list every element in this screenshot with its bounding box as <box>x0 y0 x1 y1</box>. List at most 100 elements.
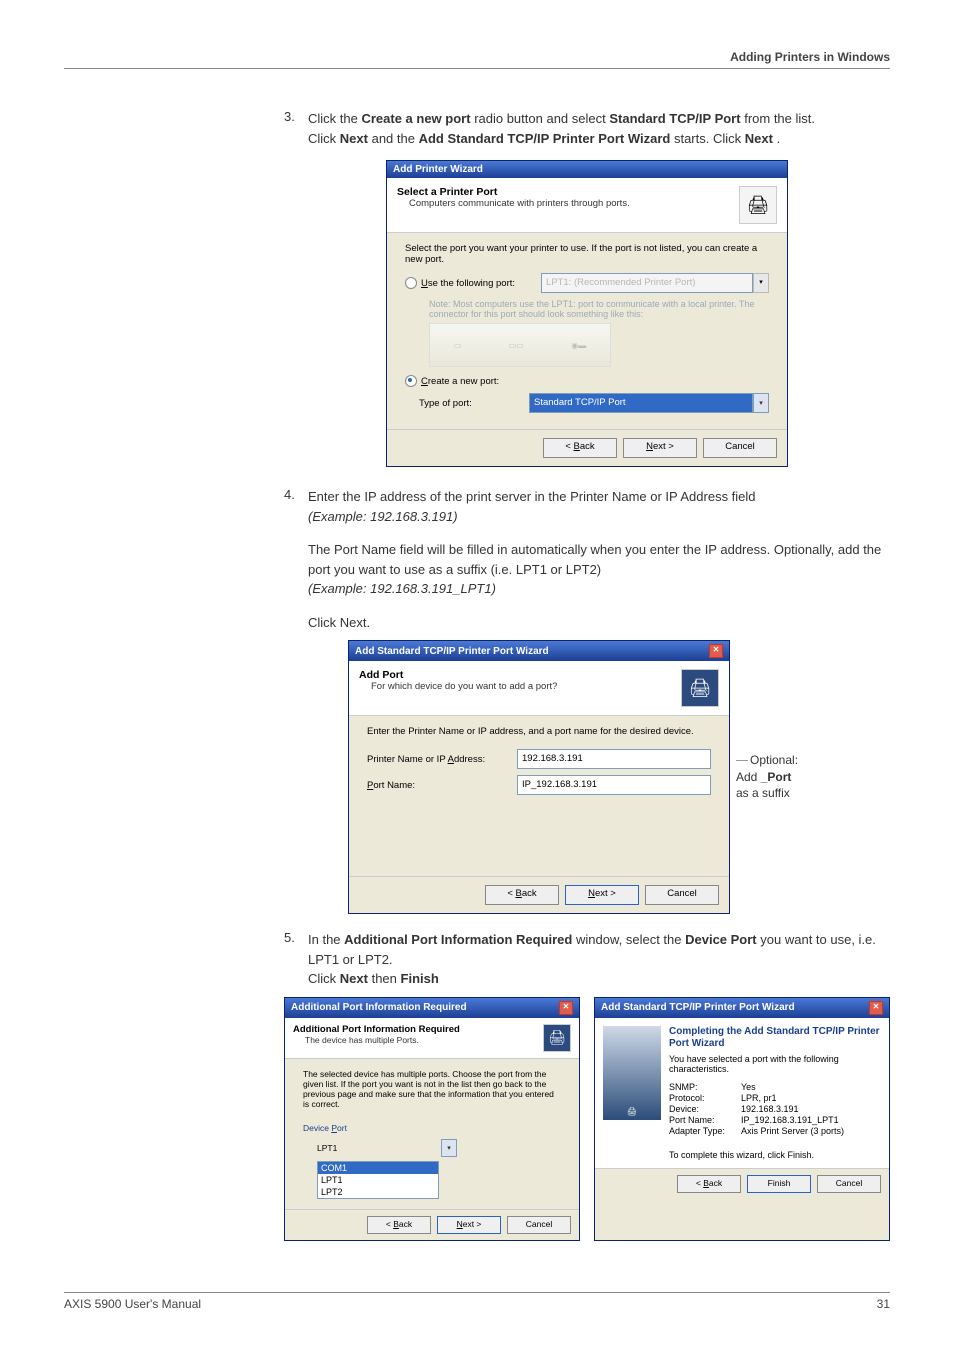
create-new-port-radio[interactable] <box>405 375 417 387</box>
text: Click the <box>308 111 361 126</box>
next-button[interactable]: Next > <box>437 1216 501 1234</box>
text-bold: Device Port <box>685 932 757 947</box>
dropdown-arrow-icon[interactable]: ▾ <box>441 1139 457 1157</box>
kv-value: Axis Print Server (3 ports) <box>741 1126 844 1136</box>
text: starts. Click <box>674 131 745 146</box>
kv-value: Yes <box>741 1082 756 1092</box>
completing-wizard-dialog: Add Standard TCP/IP Printer Port Wizard … <box>594 997 890 1241</box>
next-button[interactable]: Next > <box>565 885 639 905</box>
text-bold: Additional Port Information Required <box>344 932 572 947</box>
create-new-port-label: Create a new port: <box>421 376 499 387</box>
titlebar: Add Printer Wizard <box>387 161 787 178</box>
text-bold: Add Standard TCP/IP Printer Port Wizard <box>419 131 671 146</box>
kv-key: Adapter Type: <box>669 1126 741 1136</box>
step-3: 3. Click the Create a new port radio but… <box>284 109 890 148</box>
kv-key: Device: <box>669 1104 741 1114</box>
use-following-port-radio[interactable] <box>405 277 417 289</box>
dialog-instruction: Enter the Printer Name or IP address, an… <box>367 726 711 737</box>
page-number: 31 <box>877 1297 890 1311</box>
dialog-subheading: Computers communicate with printers thro… <box>409 198 630 209</box>
cancel-button[interactable]: Cancel <box>507 1216 571 1234</box>
annotation-text: Optional: Add _Port as a suffix <box>736 752 826 802</box>
cancel-button[interactable]: Cancel <box>817 1175 881 1193</box>
text: Click <box>308 131 340 146</box>
dialog-subheading: For which device do you want to add a po… <box>371 681 557 692</box>
dialog-heading: Add Port <box>359 669 557 681</box>
printer-icon: 🖨 <box>739 186 777 224</box>
footer-left: AXIS 5900 User's Manual <box>64 1297 201 1311</box>
text: Click <box>308 971 340 986</box>
option-lpt1[interactable]: LPT1 <box>318 1174 438 1186</box>
additional-port-info-dialog: Additional Port Information Required ✕ A… <box>284 997 580 1241</box>
add-port-wizard-dialog: Add Standard TCP/IP Printer Port Wizard … <box>348 640 730 914</box>
dialog-title: Additional Port Information Required <box>291 1002 467 1013</box>
step-number: 4. <box>284 487 308 632</box>
text: Enter the IP address of the print server… <box>308 489 756 504</box>
dropdown-arrow-icon[interactable]: ▾ <box>753 273 769 293</box>
printer-name-label: Printer Name or IP Address: <box>367 754 517 765</box>
text: and the <box>372 131 419 146</box>
step-number: 3. <box>284 109 308 148</box>
close-icon[interactable]: ✕ <box>709 644 723 658</box>
text: The Port Name field will be filled in au… <box>308 542 881 577</box>
port-name-label: Port Name: <box>367 780 517 791</box>
device-port-options[interactable]: COM1 LPT1 LPT2 <box>317 1161 439 1199</box>
back-button[interactable]: < Back <box>485 885 559 905</box>
text: window, select the <box>576 932 685 947</box>
kv-value: LPR, pr1 <box>741 1093 777 1103</box>
text: then <box>372 971 401 986</box>
back-button[interactable]: < Back <box>367 1216 431 1234</box>
dialog-instruction: Select the port you want your printer to… <box>405 243 769 265</box>
dialog-heading: Additional Port Information Required <box>293 1024 460 1035</box>
dialog-instruction: The selected device has multiple ports. … <box>303 1069 561 1109</box>
dialog-subheading: The device has multiple Ports. <box>305 1035 460 1045</box>
kv-key: SNMP: <box>669 1082 741 1092</box>
page-footer: AXIS 5900 User's Manual 31 <box>64 1292 890 1311</box>
add-printer-wizard-dialog: Add Printer Wizard Select a Printer Port… <box>386 160 788 467</box>
text: . <box>777 131 781 146</box>
section-header: Adding Printers in Windows <box>64 50 890 69</box>
finish-button[interactable]: Finish <box>747 1175 811 1193</box>
dialog-heading: Select a Printer Port <box>397 186 630 198</box>
printer-icon: 🖨 <box>543 1024 571 1052</box>
wizard-side-image: 🖨 <box>603 1026 661 1120</box>
option-lpt2[interactable]: LPT2 <box>318 1186 438 1198</box>
text-bold: Next <box>745 131 773 146</box>
next-button[interactable]: Next > <box>623 438 697 458</box>
cancel-button[interactable]: Cancel <box>645 885 719 905</box>
text: Click Next. <box>308 615 370 630</box>
kv-value: IP_192.168.3.191_LPT1 <box>741 1115 839 1125</box>
text-bold: Create a new port <box>361 111 470 126</box>
cancel-button[interactable]: Cancel <box>703 438 777 458</box>
kv-key: Protocol: <box>669 1093 741 1103</box>
port-name-input[interactable]: IP_192.168.3.191 <box>517 775 711 795</box>
close-icon[interactable]: ✕ <box>869 1001 883 1015</box>
type-of-port-label: Type of port: <box>419 398 529 409</box>
connector-illustration: ▭▭▭◉▬ <box>429 323 611 367</box>
dialog-title: Add Printer Wizard <box>393 164 483 175</box>
device-port-dropdown[interactable]: LPT1 <box>317 1141 441 1155</box>
example-text: (Example: 192.168.3.191_LPT1) <box>308 581 496 596</box>
dropdown-arrow-icon[interactable]: ▾ <box>753 393 769 413</box>
text-bold: Next <box>340 131 368 146</box>
text-bold: Next <box>340 971 368 986</box>
text: In the <box>308 932 344 947</box>
kv-value: 192.168.3.191 <box>741 1104 799 1114</box>
port-dropdown[interactable]: LPT1: (Recommended Printer Port) <box>541 273 753 293</box>
port-note: Note: Most computers use the LPT1: port … <box>429 299 769 319</box>
back-button[interactable]: < Back <box>543 438 617 458</box>
step-4: 4. Enter the IP address of the print ser… <box>284 487 890 632</box>
printer-name-input[interactable]: 192.168.3.191 <box>517 749 711 769</box>
text: from the list. <box>744 111 815 126</box>
device-port-label: Device Port <box>303 1123 561 1133</box>
option-com1[interactable]: COM1 <box>318 1162 438 1174</box>
kv-key: Port Name: <box>669 1115 741 1125</box>
example-text: (Example: 192.168.3.191) <box>308 509 458 524</box>
close-icon[interactable]: ✕ <box>559 1001 573 1015</box>
port-type-dropdown[interactable]: Standard TCP/IP Port <box>529 393 753 413</box>
text-bold: Standard TCP/IP Port <box>609 111 740 126</box>
text-bold: Finish <box>401 971 439 986</box>
dialog-title: Add Standard TCP/IP Printer Port Wizard <box>601 1002 795 1013</box>
back-button[interactable]: < Back <box>677 1175 741 1193</box>
completion-heading: Completing the Add Standard TCP/IP Print… <box>669 1026 881 1050</box>
